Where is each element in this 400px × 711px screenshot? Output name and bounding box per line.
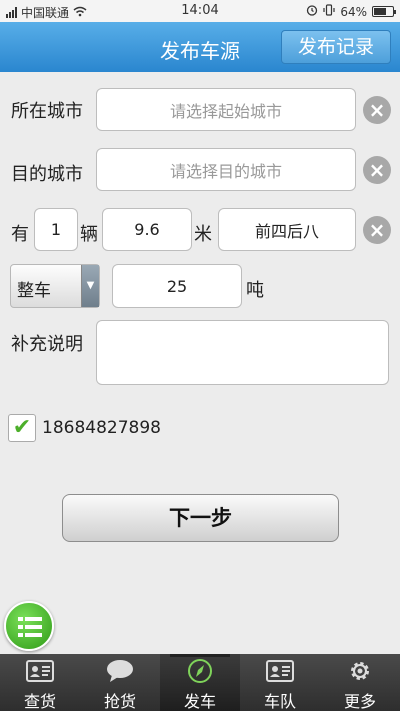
battery-level bbox=[374, 8, 386, 15]
list-icon bbox=[18, 617, 42, 637]
weight-unit-label: 吨 bbox=[246, 280, 264, 301]
vehicle-length-input[interactable]: 9.6 bbox=[102, 208, 192, 251]
clear-dest-icon[interactable]: × bbox=[363, 156, 391, 184]
alarm-icon bbox=[306, 4, 318, 19]
tab-grab-cargo[interactable]: 抢货 bbox=[80, 654, 160, 711]
tab-more[interactable]: 更多 bbox=[320, 654, 400, 711]
dest-city-input[interactable]: 请选择目的城市 bbox=[96, 148, 356, 191]
phone-checkbox[interactable]: ✔ bbox=[8, 414, 36, 442]
tab-find-cargo[interactable]: 查货 bbox=[0, 654, 80, 711]
checkmark-icon: ✔ bbox=[12, 415, 32, 440]
clear-origin-icon[interactable]: × bbox=[363, 96, 391, 124]
chevron-down-icon: ▼ bbox=[81, 265, 99, 307]
chat-bubble-icon bbox=[107, 660, 133, 682]
team-card-icon bbox=[266, 660, 294, 682]
tab-label: 更多 bbox=[343, 692, 376, 711]
tab-label: 查货 bbox=[23, 692, 56, 711]
id-card-icon bbox=[26, 660, 54, 682]
publish-records-button[interactable]: 发布记录 bbox=[281, 30, 391, 64]
phone-number: 18684827898 bbox=[42, 418, 161, 438]
vibrate-icon bbox=[323, 4, 335, 19]
status-bar: 中国联通 14:04 64% bbox=[0, 0, 400, 22]
length-unit-label: 米 bbox=[194, 224, 212, 245]
vehicle-type-input[interactable]: 前四后八 bbox=[218, 208, 356, 251]
next-step-button[interactable]: 下一步 bbox=[62, 494, 339, 542]
title-bar: 发布车源 发布记录 bbox=[0, 22, 400, 72]
gear-icon bbox=[351, 662, 369, 680]
load-mode-select[interactable]: 整车 ▼ bbox=[10, 264, 100, 308]
battery-percent: 64% bbox=[340, 4, 367, 19]
load-mode-value: 整车 bbox=[17, 281, 51, 301]
clear-vehicle-icon[interactable]: × bbox=[363, 216, 391, 244]
count-unit-label: 辆 bbox=[80, 224, 98, 245]
tab-label: 抢货 bbox=[103, 692, 136, 711]
vehicle-count-input[interactable]: 1 bbox=[34, 208, 78, 251]
tab-label: 发车 bbox=[183, 692, 216, 711]
floating-menu-button[interactable] bbox=[4, 601, 54, 651]
dest-city-label: 目的城市 bbox=[11, 164, 83, 185]
notes-textarea[interactable] bbox=[96, 320, 389, 385]
tab-label: 车队 bbox=[263, 692, 296, 711]
tab-publish-vehicle[interactable]: 发车 bbox=[160, 654, 240, 711]
battery-icon bbox=[372, 6, 396, 17]
compass-icon bbox=[188, 659, 212, 683]
weight-input[interactable]: 25 bbox=[112, 264, 242, 308]
status-right: 64% bbox=[306, 4, 396, 19]
tab-fleet[interactable]: 车队 bbox=[240, 654, 320, 711]
origin-city-input[interactable]: 请选择起始城市 bbox=[96, 88, 356, 131]
count-prefix-label: 有 bbox=[11, 224, 29, 245]
origin-city-label: 所在城市 bbox=[11, 101, 83, 122]
notes-label: 补充说明 bbox=[11, 334, 83, 355]
bottom-tab-bar: 查货 抢货 发车 车队 更多 bbox=[0, 654, 400, 711]
